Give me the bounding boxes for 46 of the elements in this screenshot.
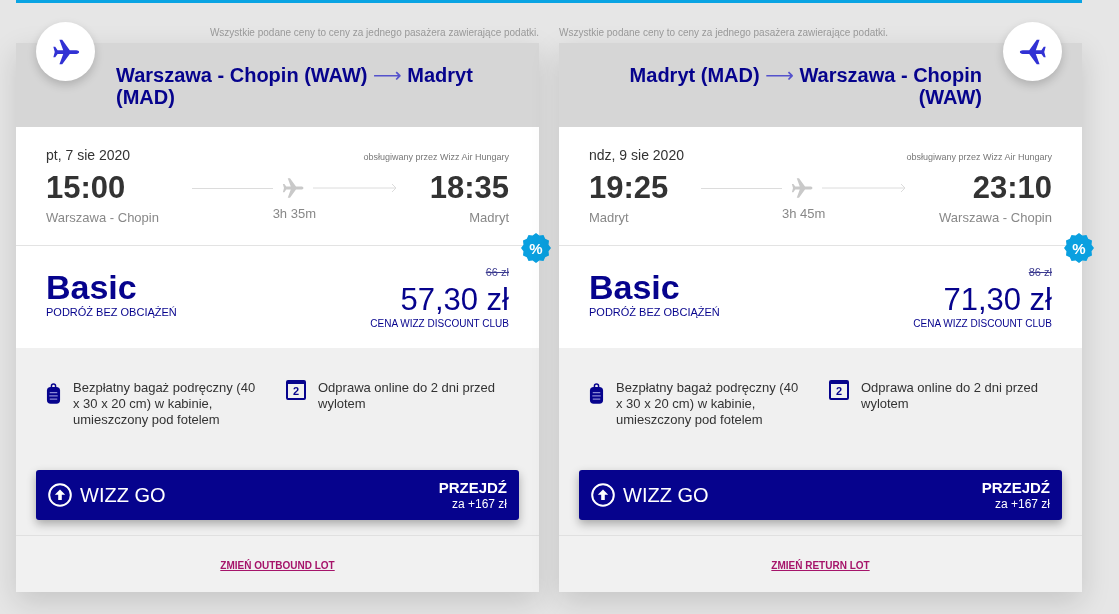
fare-price: 57,30 zł	[400, 284, 509, 316]
route-title: Warszawa - Chopin (WAW) ⟶ Madryt (MAD)	[116, 64, 474, 108]
flight-date: pt, 7 sie 2020	[46, 146, 131, 164]
benefit-text: Bezpłatny bagaż podręczny (40 x 30 x 20 cm) w kabinie, umieszczony pod fotelem	[73, 380, 257, 428]
price-label: CENA WIZZ DISCOUNT CLUB	[913, 318, 1052, 330]
change-flight-link[interactable]: ZMIEŃ OUTBOUND LOT	[220, 560, 335, 572]
backpack-icon	[589, 383, 604, 404]
flight-date: ndz, 9 sie 2020	[589, 146, 684, 164]
departure-time: 19:25	[589, 170, 669, 206]
price-note: Wszystkie podane ceny to ceny za jednego pasażera zawierające podatki.	[208, 26, 539, 40]
change-flight-link[interactable]: ZMIEŃ RETURN LOT	[771, 560, 870, 572]
departure-time: 15:00	[46, 170, 126, 206]
departure-city: Warszawa - Chopin	[46, 210, 159, 226]
upsell-button[interactable]: WIZZ GO PRZEJDŹ za +167 zł	[36, 470, 519, 520]
calendar-icon: 2	[829, 380, 849, 400]
backpack-icon	[46, 383, 61, 404]
discount-badge: %	[1064, 233, 1094, 263]
benefit-text: Bezpłatny bagaż podręczny (40 x 30 x 20 cm) w kabinie, umieszczony pod fotelem	[616, 380, 800, 428]
old-price: 66 zł	[485, 266, 509, 279]
fare-tagline: PODRÓŻ BEZ OBCIĄŻEŃ	[46, 306, 177, 319]
flight-duration: 3h 35m	[272, 206, 316, 222]
old-price: 86 zł	[1028, 266, 1052, 279]
benefit-text: Odprawa online do 2 dni przed wylotem	[861, 380, 1040, 412]
price-label: CENA WIZZ DISCOUNT CLUB	[370, 318, 509, 330]
upsell-button[interactable]: WIZZ GO PRZEJDŹ za +167 zł	[579, 470, 1062, 520]
price-note: Wszystkie podane ceny to ceny za jednego pasażera zawierające podatki.	[559, 26, 890, 40]
operator-note: obsługiwany przez Wizz Air Hungary	[906, 151, 1052, 163]
arrival-city: Warszawa - Chopin	[939, 210, 1052, 226]
arrow-icon	[822, 183, 907, 193]
airplane-icon	[280, 176, 305, 200]
fare-name: Basic	[589, 268, 681, 306]
departure-city: Madryt	[589, 210, 629, 226]
arrow-icon	[312, 183, 397, 193]
airplane-icon	[790, 176, 815, 200]
calendar-icon: 2	[286, 380, 306, 400]
fare-name: Basic	[46, 268, 138, 306]
operator-note: obsługiwany przez Wizz Air Hungary	[363, 151, 509, 163]
route-title: Madryt (MAD) ⟶ Warszawa - Chopin (WAW)	[628, 64, 982, 108]
arrival-time: 23:10	[972, 170, 1052, 206]
fare-price: 71,30 zł	[943, 284, 1052, 316]
arrival-city: Madryt	[469, 210, 509, 226]
flight-duration: 3h 45m	[782, 206, 826, 222]
benefit-text: Odprawa online do 2 dni przed wylotem	[318, 380, 497, 412]
arrival-time: 18:35	[429, 170, 509, 206]
discount-badge: %	[521, 233, 551, 263]
fare-tagline: PODRÓŻ BEZ OBCIĄŻEŃ	[589, 306, 720, 319]
